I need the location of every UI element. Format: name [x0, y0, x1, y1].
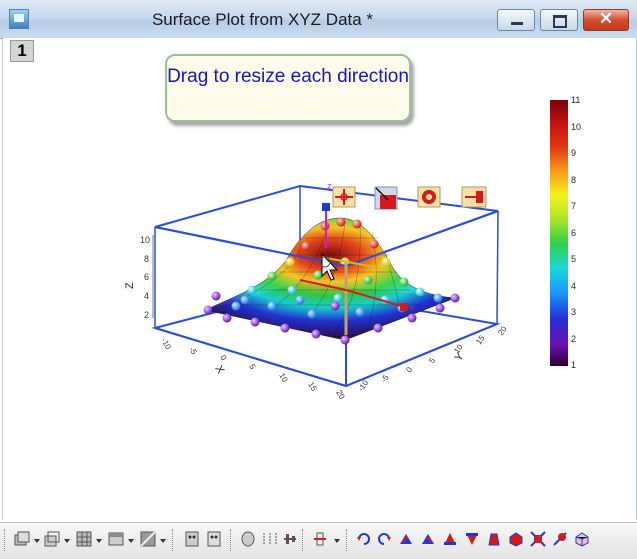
color-scale-ticks: 1 2 3 4 5 6 7 8 9 10 11	[571, 95, 581, 370]
expand-icon[interactable]	[530, 531, 546, 547]
fill-icon[interactable]	[140, 531, 156, 547]
chevron-down-icon[interactable]	[34, 539, 40, 543]
x-tick: 0	[218, 354, 228, 363]
toolbar-grip[interactable]	[346, 529, 350, 551]
color-scale[interactable]: 1 2 3 4 5 6 7 8 9 10 11	[550, 95, 581, 370]
layer-stack-icon[interactable]	[44, 531, 60, 547]
toolbar-grip[interactable]	[4, 529, 8, 551]
perspective-icon[interactable]	[486, 531, 502, 547]
x-tick: 20	[334, 389, 347, 402]
y-tick: 15	[474, 333, 487, 346]
color-scale-tick: 7	[571, 201, 576, 211]
toolbar-grip[interactable]	[230, 529, 234, 551]
surface-peak[interactable]	[204, 217, 456, 341]
face-icon[interactable]	[184, 531, 200, 547]
y-tick: 20	[496, 324, 509, 337]
face-alt-icon[interactable]	[206, 531, 222, 547]
color-scale-tick: 9	[571, 148, 576, 158]
resize-icon[interactable]	[374, 186, 398, 210]
color-scale-tick: 6	[571, 228, 576, 238]
color-scale-tick: 1	[571, 360, 576, 370]
elevate-down-icon[interactable]	[464, 531, 480, 547]
chevron-down-icon[interactable]	[334, 539, 340, 543]
panel-icon[interactable]	[108, 531, 124, 547]
chevron-down-icon[interactable]	[96, 539, 102, 543]
order-icon[interactable]	[312, 531, 328, 547]
z-tick: 4	[144, 291, 149, 301]
rotate-icon[interactable]	[417, 186, 441, 208]
x-axis: -10 -5 0 5 10 15 20 X	[159, 337, 347, 402]
chevron-down-icon[interactable]	[128, 539, 134, 543]
grid-icon[interactable]	[76, 531, 92, 547]
chevron-down-icon[interactable]	[64, 539, 70, 543]
y-axis: -10 -5 0 5 10 15 20 Y	[356, 324, 509, 393]
z-tick: 10	[140, 235, 150, 245]
distribute-icon[interactable]	[262, 531, 278, 547]
x-tick: -5	[187, 346, 199, 357]
rotate-right-icon[interactable]	[376, 531, 392, 547]
z-tick: 6	[144, 272, 149, 282]
tilt-left-icon[interactable]	[398, 531, 414, 547]
elevate-up-icon[interactable]	[442, 531, 458, 547]
z-tick: 8	[144, 254, 149, 264]
chevron-down-icon[interactable]	[160, 539, 166, 543]
z-axis-label: Z	[124, 282, 136, 289]
z-tick: 2	[144, 310, 149, 320]
color-scale-tick: 11	[571, 95, 580, 105]
y-tick: -5	[379, 373, 391, 384]
svg-text:x: x	[410, 303, 415, 313]
x-axis-label: X	[212, 364, 226, 377]
move-icon[interactable]	[332, 186, 356, 208]
tilt-right-icon[interactable]	[420, 531, 436, 547]
projection-icon[interactable]	[552, 531, 568, 547]
bottom-toolbar	[0, 522, 637, 559]
resize-tooltip: Drag to resize each direction	[165, 54, 411, 122]
color-scale-tick: 5	[571, 254, 576, 264]
svg-text:z: z	[327, 181, 332, 191]
x-tick: -10	[159, 337, 173, 352]
layer-3d-icon[interactable]	[14, 531, 30, 547]
color-scale-tick: 8	[571, 175, 576, 185]
box-3d-icon[interactable]	[508, 531, 524, 547]
x-tick: 15	[306, 381, 319, 394]
y-tick: 0	[404, 365, 414, 374]
color-scale-bar	[550, 100, 568, 366]
graph-window: Surface Plot from XYZ Data * ✕ 1 z x 10 …	[0, 0, 637, 520]
rotate-left-icon[interactable]	[356, 531, 372, 547]
color-scale-tick: 2	[571, 334, 576, 344]
toolbar-grip[interactable]	[302, 529, 306, 551]
x-tick: 5	[247, 363, 257, 372]
y-tick: 5	[427, 356, 437, 365]
color-scale-tick: 4	[571, 281, 576, 291]
color-scale-tick: 3	[571, 307, 576, 317]
skew-icon[interactable]	[461, 186, 487, 208]
color-scale-tick: 10	[571, 122, 581, 132]
align-icon[interactable]	[282, 531, 298, 547]
mask-icon[interactable]	[240, 531, 256, 547]
cube-icon[interactable]	[574, 531, 590, 547]
x-tick: 10	[277, 372, 290, 385]
toolbar-grip[interactable]	[172, 529, 176, 551]
z-axis: 10 8 6 4 2 Z	[124, 235, 154, 320]
